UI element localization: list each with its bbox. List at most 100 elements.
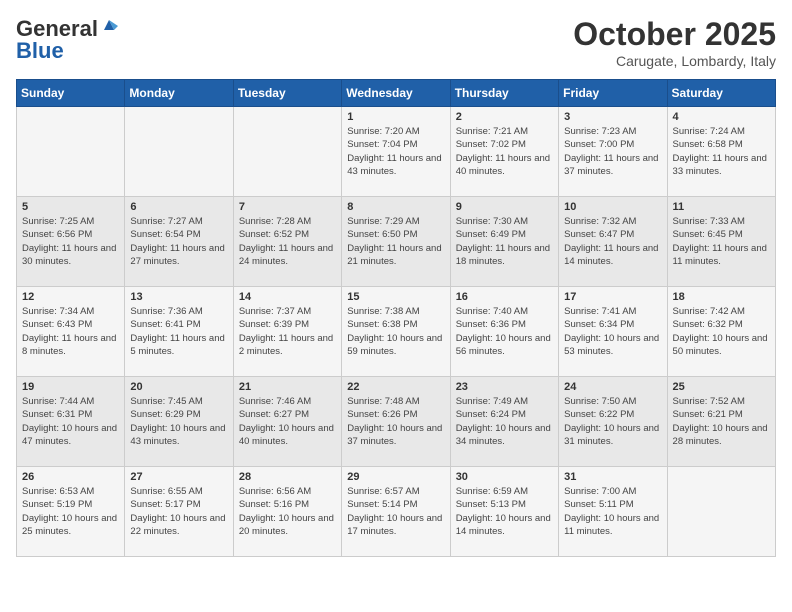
- calendar-cell: 8 Sunrise: 7:29 AM Sunset: 6:50 PM Daylig…: [342, 197, 450, 287]
- day-info: Sunrise: 6:55 AM Sunset: 5:17 PM Dayligh…: [130, 485, 227, 538]
- calendar-cell: 18 Sunrise: 7:42 AM Sunset: 6:32 PM Dayli…: [667, 287, 775, 377]
- calendar-cell: 21 Sunrise: 7:46 AM Sunset: 6:27 PM Dayli…: [233, 377, 341, 467]
- calendar-cell: 14Sunrise: 7:37 AM Sunset: 6:39 PM Dayli…: [233, 287, 341, 377]
- day-info: Sunrise: 7:27 AM Sunset: 6:54 PM Dayligh…: [130, 215, 227, 268]
- day-info: Sunrise: 7:25 AM Sunset: 6:56 PM Dayligh…: [22, 215, 119, 268]
- day-number: 8: [347, 201, 444, 213]
- calendar-cell: [233, 107, 341, 197]
- day-info: Sunrise: 7:00 AM Sunset: 5:11 PM Dayligh…: [564, 485, 661, 538]
- calendar-cell: 3 Sunrise: 7:23 AM Sunset: 7:00 PM Daylig…: [559, 107, 667, 197]
- day-info: Sunrise: 7:30 AM Sunset: 6:49 PM Dayligh…: [456, 215, 553, 268]
- calendar-cell: 11 Sunrise: 7:33 AM Sunset: 6:45 PM Dayli…: [667, 197, 775, 287]
- page-header: General Blue October 2025 Carugate, Lomb…: [16, 16, 776, 69]
- day-number: 3: [564, 111, 661, 123]
- calendar-cell: [17, 107, 125, 197]
- day-info: Sunrise: 6:53 AM Sunset: 5:19 PM Dayligh…: [22, 485, 119, 538]
- day-header-friday: Friday: [559, 80, 667, 107]
- day-number: 6: [130, 201, 227, 213]
- logo: General Blue: [16, 16, 118, 64]
- calendar-cell: [667, 467, 775, 557]
- day-number: 2: [456, 111, 553, 123]
- day-info: Sunrise: 7:50 AM Sunset: 6:22 PM Dayligh…: [564, 395, 661, 448]
- day-number: 7: [239, 201, 336, 213]
- day-number: 25: [673, 381, 770, 393]
- calendar-cell: 26Sunrise: 6:53 AM Sunset: 5:19 PM Dayli…: [17, 467, 125, 557]
- calendar-cell: 25Sunrise: 7:52 AM Sunset: 6:21 PM Dayli…: [667, 377, 775, 467]
- day-number: 28: [239, 471, 336, 483]
- calendar-cell: 31 Sunrise: 7:00 AM Sunset: 5:11 PM Dayli…: [559, 467, 667, 557]
- day-info: Sunrise: 7:42 AM Sunset: 6:32 PM Dayligh…: [673, 305, 770, 358]
- day-number: 15: [347, 291, 444, 303]
- day-info: Sunrise: 7:44 AM Sunset: 6:31 PM Dayligh…: [22, 395, 119, 448]
- day-number: 1: [347, 111, 444, 123]
- day-number: 5: [22, 201, 119, 213]
- day-info: Sunrise: 6:59 AM Sunset: 5:13 PM Dayligh…: [456, 485, 553, 538]
- day-number: 31: [564, 471, 661, 483]
- calendar-cell: 28Sunrise: 6:56 AM Sunset: 5:16 PM Dayli…: [233, 467, 341, 557]
- calendar-week-row: 12 Sunrise: 7:34 AM Sunset: 6:43 PM Dayli…: [17, 287, 776, 377]
- day-info: Sunrise: 7:33 AM Sunset: 6:45 PM Dayligh…: [673, 215, 770, 268]
- calendar-cell: 27 Sunrise: 6:55 AM Sunset: 5:17 PM Dayli…: [125, 467, 233, 557]
- day-info: Sunrise: 7:48 AM Sunset: 6:26 PM Dayligh…: [347, 395, 444, 448]
- day-info: Sunrise: 7:32 AM Sunset: 6:47 PM Dayligh…: [564, 215, 661, 268]
- calendar-cell: 19 Sunrise: 7:44 AM Sunset: 6:31 PM Dayli…: [17, 377, 125, 467]
- day-number: 30: [456, 471, 553, 483]
- calendar-cell: 5 Sunrise: 7:25 AM Sunset: 6:56 PM Daylig…: [17, 197, 125, 287]
- day-number: 4: [673, 111, 770, 123]
- day-info: Sunrise: 7:34 AM Sunset: 6:43 PM Dayligh…: [22, 305, 119, 358]
- day-number: 11: [673, 201, 770, 213]
- calendar-cell: 23Sunrise: 7:49 AM Sunset: 6:24 PM Dayli…: [450, 377, 558, 467]
- calendar-cell: 2 Sunrise: 7:21 AM Sunset: 7:02 PM Daylig…: [450, 107, 558, 197]
- calendar-cell: 13 Sunrise: 7:36 AM Sunset: 6:41 PM Dayli…: [125, 287, 233, 377]
- day-info: Sunrise: 7:23 AM Sunset: 7:00 PM Dayligh…: [564, 125, 661, 178]
- calendar-cell: 7Sunrise: 7:28 AM Sunset: 6:52 PM Daylig…: [233, 197, 341, 287]
- calendar-cell: 30 Sunrise: 6:59 AM Sunset: 5:13 PM Dayli…: [450, 467, 558, 557]
- day-number: 19: [22, 381, 119, 393]
- calendar-cell: 17Sunrise: 7:41 AM Sunset: 6:34 PM Dayli…: [559, 287, 667, 377]
- day-info: Sunrise: 7:36 AM Sunset: 6:41 PM Dayligh…: [130, 305, 227, 358]
- day-number: 12: [22, 291, 119, 303]
- day-info: Sunrise: 7:37 AM Sunset: 6:39 PM Dayligh…: [239, 305, 336, 358]
- day-number: 10: [564, 201, 661, 213]
- day-info: Sunrise: 7:20 AM Sunset: 7:04 PM Dayligh…: [347, 125, 444, 178]
- logo-icon: [100, 16, 118, 34]
- day-info: Sunrise: 7:29 AM Sunset: 6:50 PM Dayligh…: [347, 215, 444, 268]
- calendar-cell: 20Sunrise: 7:45 AM Sunset: 6:29 PM Dayli…: [125, 377, 233, 467]
- day-info: Sunrise: 7:41 AM Sunset: 6:34 PM Dayligh…: [564, 305, 661, 358]
- day-header-wednesday: Wednesday: [342, 80, 450, 107]
- day-info: Sunrise: 7:38 AM Sunset: 6:38 PM Dayligh…: [347, 305, 444, 358]
- day-number: 9: [456, 201, 553, 213]
- day-header-sunday: Sunday: [17, 80, 125, 107]
- calendar-cell: 4 Sunrise: 7:24 AM Sunset: 6:58 PM Daylig…: [667, 107, 775, 197]
- day-number: 22: [347, 381, 444, 393]
- day-header-tuesday: Tuesday: [233, 80, 341, 107]
- calendar-cell: [125, 107, 233, 197]
- calendar-header-row: SundayMondayTuesdayWednesdayThursdayFrid…: [17, 80, 776, 107]
- day-info: Sunrise: 7:21 AM Sunset: 7:02 PM Dayligh…: [456, 125, 553, 178]
- calendar-cell: 15 Sunrise: 7:38 AM Sunset: 6:38 PM Dayli…: [342, 287, 450, 377]
- month-title: October 2025: [573, 16, 776, 53]
- calendar-cell: 9 Sunrise: 7:30 AM Sunset: 6:49 PM Daylig…: [450, 197, 558, 287]
- calendar-cell: 10 Sunrise: 7:32 AM Sunset: 6:47 PM Dayli…: [559, 197, 667, 287]
- day-number: 18: [673, 291, 770, 303]
- day-number: 21: [239, 381, 336, 393]
- day-number: 27: [130, 471, 227, 483]
- day-info: Sunrise: 7:46 AM Sunset: 6:27 PM Dayligh…: [239, 395, 336, 448]
- calendar-cell: 6 Sunrise: 7:27 AM Sunset: 6:54 PM Daylig…: [125, 197, 233, 287]
- title-block: October 2025 Carugate, Lombardy, Italy: [573, 16, 776, 69]
- day-info: Sunrise: 7:24 AM Sunset: 6:58 PM Dayligh…: [673, 125, 770, 178]
- day-info: Sunrise: 7:45 AM Sunset: 6:29 PM Dayligh…: [130, 395, 227, 448]
- day-info: Sunrise: 7:49 AM Sunset: 6:24 PM Dayligh…: [456, 395, 553, 448]
- day-number: 24: [564, 381, 661, 393]
- day-header-monday: Monday: [125, 80, 233, 107]
- calendar-week-row: 5 Sunrise: 7:25 AM Sunset: 6:56 PM Daylig…: [17, 197, 776, 287]
- calendar-week-row: 26Sunrise: 6:53 AM Sunset: 5:19 PM Dayli…: [17, 467, 776, 557]
- logo-blue: Blue: [16, 38, 64, 64]
- day-number: 16: [456, 291, 553, 303]
- calendar-table: SundayMondayTuesdayWednesdayThursdayFrid…: [16, 79, 776, 557]
- day-header-thursday: Thursday: [450, 80, 558, 107]
- calendar-cell: 29Sunrise: 6:57 AM Sunset: 5:14 PM Dayli…: [342, 467, 450, 557]
- calendar-cell: 1 Sunrise: 7:20 AM Sunset: 7:04 PM Daylig…: [342, 107, 450, 197]
- day-number: 13: [130, 291, 227, 303]
- day-info: Sunrise: 7:40 AM Sunset: 6:36 PM Dayligh…: [456, 305, 553, 358]
